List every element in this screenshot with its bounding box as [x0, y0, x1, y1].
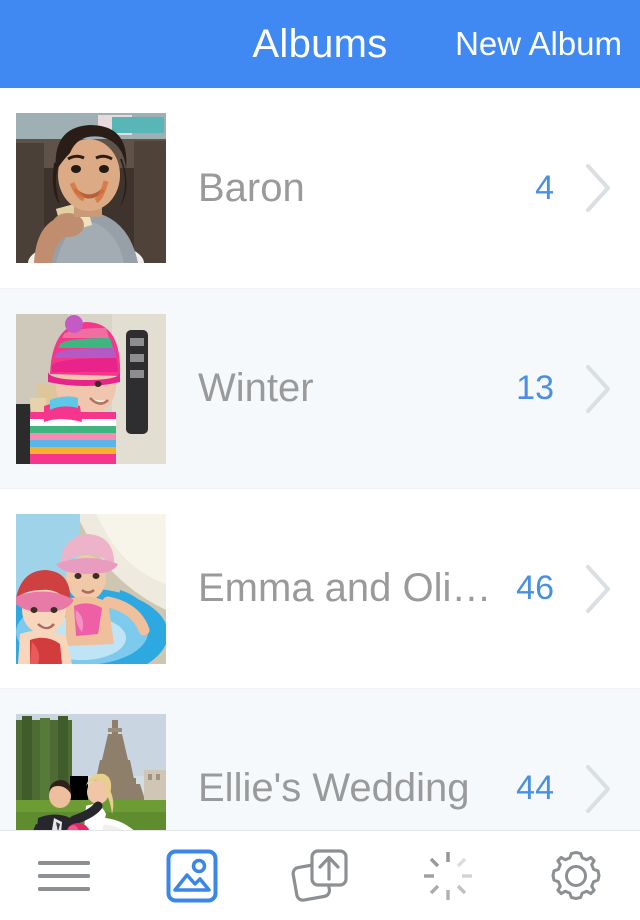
hamburger-menu-icon[interactable] — [0, 831, 128, 920]
bottom-toolbar — [0, 830, 640, 920]
gear-settings-icon[interactable] — [512, 831, 640, 920]
album-row[interactable]: Baron 4 — [0, 88, 640, 288]
album-photo-count: 13 — [516, 369, 554, 407]
album-thumbnail-girl-winter-hat — [16, 313, 166, 464]
album-thumbnail-wedding-eiffel-tower — [16, 713, 166, 830]
album-row[interactable]: Ellie's Wedding 44 — [0, 688, 640, 830]
albums-screen: Albums New Album Baron 4 Winter 13 Emma … — [0, 0, 640, 920]
new-album-button[interactable]: New Album — [455, 0, 622, 88]
album-photo-count: 4 — [535, 168, 554, 207]
album-name: Ellie's Wedding — [198, 766, 470, 810]
album-name: Emma and Olivia — [198, 566, 503, 610]
navigation-bar: Albums New Album — [0, 0, 640, 88]
upload-icon[interactable] — [256, 831, 384, 920]
album-thumbnail-child-eating — [16, 113, 166, 263]
photos-image-icon[interactable] — [128, 831, 256, 920]
album-thumbnail-girls-in-pool — [16, 513, 166, 664]
chevron-right-icon[interactable] — [576, 160, 622, 216]
album-name: Winter — [198, 366, 314, 410]
album-photo-count: 44 — [516, 769, 554, 807]
album-list[interactable]: Baron 4 Winter 13 Emma and Olivia 46 Ell… — [0, 88, 640, 830]
album-row[interactable]: Emma and Olivia 46 — [0, 488, 640, 688]
chevron-right-icon[interactable] — [576, 761, 622, 817]
album-photo-count: 46 — [516, 569, 554, 607]
album-row[interactable]: Winter 13 — [0, 288, 640, 488]
album-name: Baron — [198, 165, 305, 210]
chevron-right-icon[interactable] — [576, 361, 622, 417]
loading-spinner-icon[interactable] — [384, 831, 512, 920]
chevron-right-icon[interactable] — [576, 561, 622, 617]
